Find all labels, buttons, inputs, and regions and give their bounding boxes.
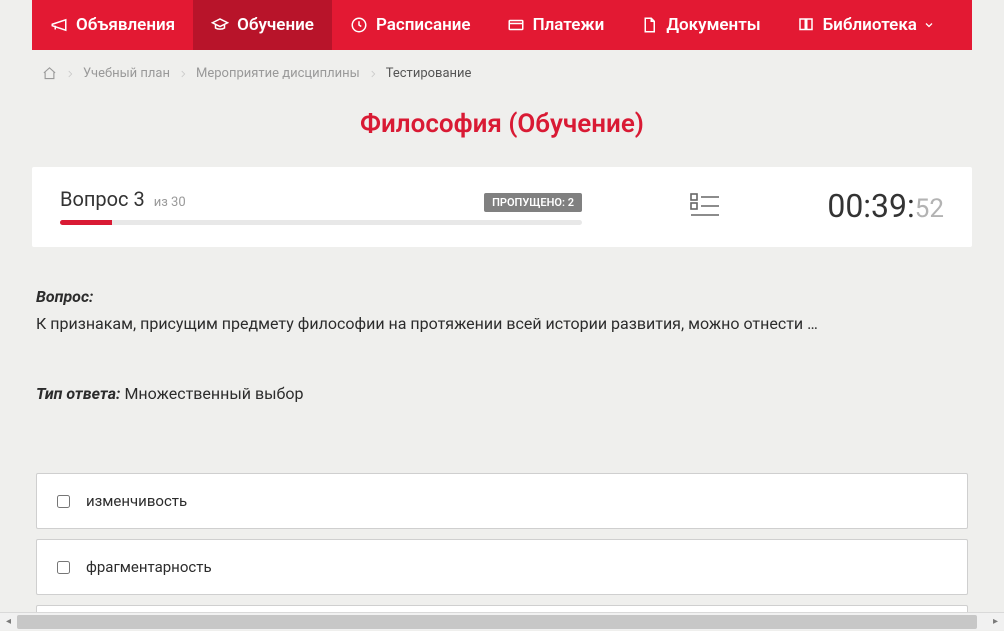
answer-checkbox[interactable] bbox=[57, 561, 70, 574]
nav-library[interactable]: Библиотека bbox=[779, 0, 953, 50]
nav-label: Платежи bbox=[533, 15, 605, 35]
breadcrumb-item[interactable]: Мероприятие дисциплины bbox=[196, 66, 360, 81]
clock-icon bbox=[350, 16, 368, 34]
question-total: из 30 bbox=[154, 195, 186, 210]
scroll-track[interactable] bbox=[17, 613, 987, 631]
question-heading: Вопрос: bbox=[36, 287, 968, 306]
breadcrumb-current: Тестирование bbox=[386, 66, 472, 81]
breadcrumb: Учебный план Мероприятие дисциплины Тест… bbox=[32, 50, 972, 91]
skipped-badge: ПРОПУЩЕНО: 2 bbox=[484, 193, 582, 212]
progress-fill bbox=[60, 220, 112, 225]
nav-label: Объявления bbox=[76, 15, 175, 35]
nav-learning[interactable]: Обучение bbox=[193, 0, 332, 50]
book-icon bbox=[797, 16, 815, 34]
nav-payments[interactable]: Платежи bbox=[489, 0, 623, 50]
card-icon bbox=[507, 16, 525, 34]
nav-schedule[interactable]: Расписание bbox=[332, 0, 489, 50]
question-text: К признакам, присущим предмету философии… bbox=[36, 312, 968, 336]
question-number: Вопрос 3 bbox=[60, 187, 145, 211]
nav-label: Документы bbox=[666, 15, 760, 35]
answer-checkbox[interactable] bbox=[57, 495, 70, 508]
chevron-right-icon bbox=[368, 69, 378, 79]
nav-documents[interactable]: Документы bbox=[622, 0, 778, 50]
chevron-right-icon bbox=[65, 69, 75, 79]
chevron-right-icon bbox=[178, 69, 188, 79]
scroll-left-arrow[interactable]: ◂ bbox=[0, 613, 17, 631]
scroll-right-arrow[interactable]: ▸ bbox=[987, 613, 1004, 631]
scroll-thumb[interactable] bbox=[17, 615, 977, 629]
timer-main: 00:39: bbox=[827, 187, 914, 225]
chevron-down-icon bbox=[923, 19, 935, 31]
question-area: Вопрос: К признакам, присущим предмету ф… bbox=[32, 287, 972, 612]
answer-option[interactable]: изменчивость bbox=[36, 473, 968, 529]
quiz-status-card: Вопрос 3 из 30 ПРОПУЩЕНО: 2 bbox=[32, 167, 972, 247]
countdown-timer: 00:39:52 bbox=[827, 187, 944, 225]
nav-label: Обучение bbox=[237, 15, 314, 35]
document-icon bbox=[640, 16, 658, 34]
nav-label: Расписание bbox=[376, 15, 471, 35]
answer-text: фрагментарность bbox=[86, 558, 212, 576]
answer-type-label: Тип ответа: bbox=[36, 384, 120, 403]
answer-type-value: Множественный выбор bbox=[124, 384, 303, 403]
answer-option[interactable]: универсальность bbox=[36, 605, 968, 612]
answers-list: изменчивость фрагментарность универсальн… bbox=[36, 473, 968, 612]
megaphone-icon bbox=[50, 16, 68, 34]
question-list-icon[interactable] bbox=[690, 192, 720, 220]
horizontal-scrollbar[interactable]: ◂ ▸ bbox=[0, 612, 1004, 630]
page-title: Философия (Обучение) bbox=[32, 109, 972, 139]
nav-label: Библиотека bbox=[823, 15, 917, 35]
progress-block: Вопрос 3 из 30 ПРОПУЩЕНО: 2 bbox=[60, 187, 582, 225]
progress-bar bbox=[60, 220, 582, 225]
breadcrumb-item[interactable]: Учебный план bbox=[83, 66, 170, 81]
answer-type-line: Тип ответа: Множественный выбор bbox=[36, 384, 968, 403]
answer-option[interactable]: фрагментарность bbox=[36, 539, 968, 595]
home-icon[interactable] bbox=[42, 66, 57, 81]
nav-announcements[interactable]: Объявления bbox=[32, 0, 193, 50]
top-nav: Объявления Обучение Расписание Платежи bbox=[32, 0, 972, 50]
timer-seconds: 52 bbox=[915, 194, 944, 224]
question-counter: Вопрос 3 из 30 bbox=[60, 187, 186, 211]
answer-text: изменчивость bbox=[86, 492, 187, 510]
graduation-cap-icon bbox=[211, 16, 229, 34]
